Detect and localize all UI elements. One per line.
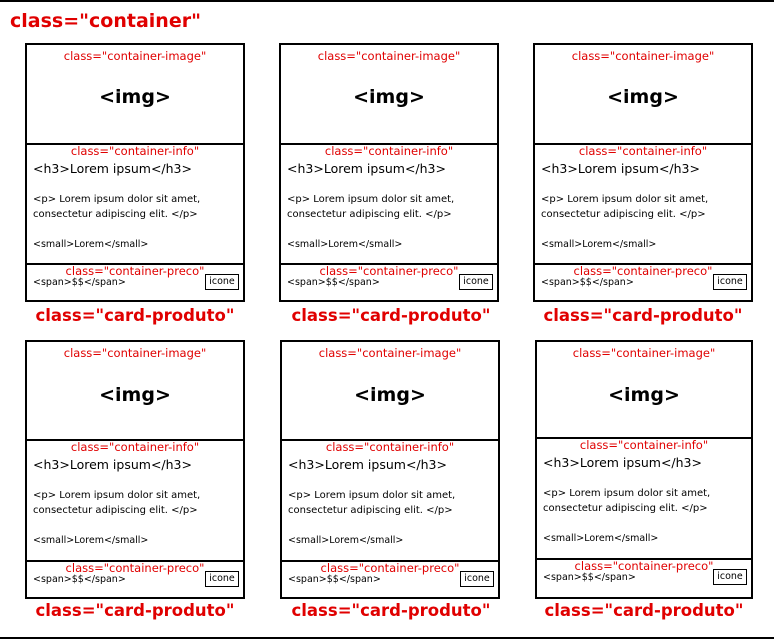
card-produto-label: class="card-produto" (543, 306, 743, 325)
container-image-label: class="container-image" (571, 49, 715, 63)
card-produto: class="container-image" <img> class="con… (535, 340, 753, 599)
icone-icon[interactable]: icone (713, 274, 747, 290)
container-preco: class="container-preco" <span>$$</span> … (537, 558, 751, 597)
info-paragraph: <p> Lorem ipsum dolor sit amet, consecte… (33, 194, 201, 220)
img-placeholder: <img> (99, 86, 171, 108)
icone-icon[interactable]: icone (460, 571, 494, 587)
icone-icon[interactable]: icone (459, 274, 493, 290)
container-info-label: class="container-info" (70, 144, 200, 158)
img-placeholder: <img> (608, 384, 680, 406)
price-span: <span>$$</span> (288, 574, 381, 585)
container-image: class="container-image" <img> (535, 45, 751, 145)
container-preco: class="container-preco" <span>$$</span> … (535, 263, 751, 300)
container-image: class="container-image" <img> (537, 342, 751, 439)
info-heading: <h3>Lorem ipsum</h3> (33, 457, 192, 472)
card-produto: class="container-image" <img> class="con… (25, 43, 245, 302)
info-heading: <h3>Lorem ipsum</h3> (33, 161, 192, 176)
price-span: <span>$$</span> (541, 277, 634, 288)
info-small: <small>Lorem</small> (288, 535, 404, 546)
card-produto-label: class="card-produto" (291, 601, 491, 620)
info-small: <small>Lorem</small> (33, 535, 149, 546)
info-paragraph: <p> Lorem ipsum dolor sit amet, consecte… (543, 488, 711, 514)
info-paragraph: <p> Lorem ipsum dolor sit amet, consecte… (541, 194, 709, 220)
container-image: class="container-image" <img> (27, 342, 243, 441)
info-small: <small>Lorem</small> (287, 239, 403, 250)
container-preco: class="container-preco" <span>$$</span> … (281, 263, 497, 300)
info-small: <small>Lorem</small> (541, 239, 657, 250)
container-preco: class="container-preco" <span>$$</span> … (282, 560, 498, 597)
container-image: class="container-image" <img> (281, 45, 497, 145)
card-produto-label: class="card-produto" (544, 601, 744, 620)
info-heading: <h3>Lorem ipsum</h3> (543, 455, 702, 470)
info-paragraph: <p> Lorem ipsum dolor sit amet, consecte… (287, 194, 455, 220)
info-heading: <h3>Lorem ipsum</h3> (541, 161, 700, 176)
card-produto: class="container-image" <img> class="con… (533, 43, 753, 302)
container-info-label: class="container-info" (325, 440, 455, 454)
top-border-line (0, 0, 774, 2)
container-preco: class="container-preco" <span>$$</span> … (27, 263, 243, 300)
container-image-label: class="container-image" (317, 49, 461, 63)
container-image-label: class="container-image" (318, 346, 462, 360)
container-image-label: class="container-image" (63, 346, 207, 360)
price-span: <span>$$</span> (33, 277, 126, 288)
info-small: <small>Lorem</small> (543, 533, 659, 544)
container-label: class="container" (10, 10, 201, 32)
price-span: <span>$$</span> (33, 574, 126, 585)
img-placeholder: <img> (354, 384, 426, 406)
img-placeholder: <img> (607, 86, 679, 108)
price-span: <span>$$</span> (287, 277, 380, 288)
card-produto: class="container-image" <img> class="con… (25, 340, 245, 599)
info-heading: <h3>Lorem ipsum</h3> (288, 457, 447, 472)
container-info-label: class="container-info" (70, 440, 200, 454)
container-info-label: class="container-info" (578, 144, 708, 158)
info-heading: <h3>Lorem ipsum</h3> (287, 161, 446, 176)
price-span: <span>$$</span> (543, 572, 636, 583)
container-image-label: class="container-image" (63, 49, 207, 63)
img-placeholder: <img> (99, 384, 171, 406)
card-produto-label: class="card-produto" (35, 306, 235, 325)
icone-icon[interactable]: icone (205, 571, 239, 587)
container-info-label: class="container-info" (324, 144, 454, 158)
container-image: class="container-image" <img> (27, 45, 243, 145)
container-image-label: class="container-image" (572, 346, 716, 360)
bottom-border-line (0, 637, 774, 639)
card-produto-label: class="card-produto" (35, 601, 235, 620)
container-preco: class="container-preco" <span>$$</span> … (27, 560, 243, 597)
card-produto: class="container-image" <img> class="con… (279, 43, 499, 302)
info-paragraph: <p> Lorem ipsum dolor sit amet, consecte… (288, 490, 456, 516)
icone-icon[interactable]: icone (713, 569, 747, 585)
icone-icon[interactable]: icone (205, 274, 239, 290)
container-info-label: class="container-info" (579, 438, 709, 452)
card-produto: class="container-image" <img> class="con… (280, 340, 500, 599)
info-paragraph: <p> Lorem ipsum dolor sit amet, consecte… (33, 490, 201, 516)
card-produto-label: class="card-produto" (291, 306, 491, 325)
img-placeholder: <img> (353, 86, 425, 108)
info-small: <small>Lorem</small> (33, 239, 149, 250)
container-image: class="container-image" <img> (282, 342, 498, 441)
